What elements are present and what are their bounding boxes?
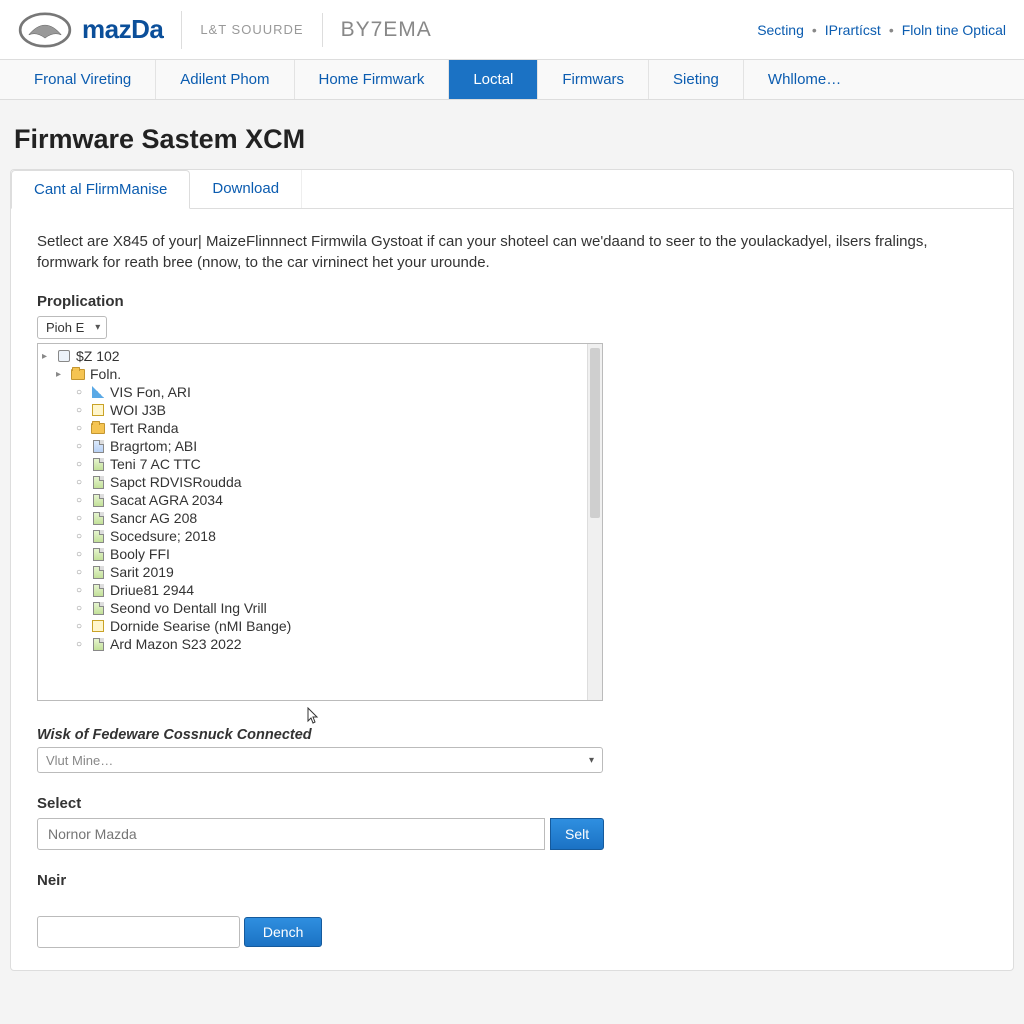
tree-row-label: Driue81 2944 <box>110 582 194 598</box>
tree-row[interactable]: ○ Booly FFI <box>42 545 598 563</box>
bullet-icon: ○ <box>76 477 86 488</box>
tree-row[interactable]: ○ Sapct RDVISRoudda <box>42 473 598 491</box>
tree-row[interactable]: ○ VIS Fon, ARI <box>42 383 598 401</box>
bullet-icon: ○ <box>76 531 86 542</box>
dench-button[interactable]: Dench <box>244 917 322 947</box>
scrollbar-thumb[interactable] <box>590 348 600 518</box>
tree-row-label: Tert Randa <box>110 420 178 436</box>
tree-row-label: WOI J3B <box>110 402 166 418</box>
tab-firmmanise[interactable]: Cant al FlirmManise <box>11 170 190 209</box>
panel-body: Setlect are X845 of your| MaizeFlinnnect… <box>11 209 1013 970</box>
tree-row-label: Booly FFI <box>110 546 170 562</box>
bullet-icon: ○ <box>76 549 86 560</box>
page: Firmware Sastem XCM Cant al FlirmManise … <box>0 100 1024 1011</box>
tree-row[interactable]: ○ Sarit 2019 <box>42 563 598 581</box>
tree-row[interactable]: ▸ $Z 102 <box>42 347 598 365</box>
bullet-icon: ○ <box>76 603 86 614</box>
bullet-icon: ○ <box>76 585 86 596</box>
dot-icon: • <box>889 22 894 38</box>
select-input[interactable] <box>37 818 545 850</box>
tree-row[interactable]: ○ Tert Randa <box>42 419 598 437</box>
tree-row[interactable]: ○ Dornide Searise (nMI Bange) <box>42 617 598 635</box>
header-link-optical[interactable]: Floln tine Optical <box>902 22 1006 38</box>
tree-row[interactable]: ○ Ard Mazon S23 2022 <box>42 635 598 653</box>
header-code: BY7EMA <box>341 18 432 42</box>
header: mazDa L&T SOUURDE BY7EMA Secting • IPrar… <box>0 0 1024 60</box>
tree-row[interactable]: ○ WOI J3B <box>42 401 598 419</box>
bullet-icon: ○ <box>76 405 86 416</box>
logo-area: mazDa <box>18 10 163 50</box>
select-label: Select <box>37 795 987 812</box>
nav-item-home[interactable]: Home Firmwark <box>295 60 450 99</box>
tree-row-label: Ard Mazon S23 2022 <box>110 636 242 652</box>
nav-item-firmwars[interactable]: Firmwars <box>538 60 649 99</box>
bullet-icon: ○ <box>76 387 86 398</box>
tree-row-label: Bragrtom; ABI <box>110 438 197 454</box>
tree-row-label: Dornide Searise (nMI Bange) <box>110 618 291 634</box>
divider <box>322 13 323 47</box>
main-nav: Fronal Vireting Adilent Phom Home Firmwa… <box>0 60 1024 100</box>
tree-row[interactable]: ○ Sancr AG 208 <box>42 509 598 527</box>
sub-brand-text: L&T SOUURDE <box>200 22 303 37</box>
tree-row[interactable]: ○ Seond vo Dentall Ing Vrill <box>42 599 598 617</box>
cursor-icon <box>306 707 320 725</box>
tree-row-label: Foln. <box>90 366 121 382</box>
tree-row[interactable]: ○ Socedsure; 2018 <box>42 527 598 545</box>
header-link-setting[interactable]: Secting <box>757 22 804 38</box>
tree-row-label: Sapct RDVISRoudda <box>110 474 242 490</box>
tree-row-label: VIS Fon, ARI <box>110 384 191 400</box>
intro-text: Setlect are X845 of your| MaizeFlinnnect… <box>37 231 987 273</box>
proplication-select-value: Pioh E <box>46 320 84 335</box>
neir-input[interactable] <box>37 916 240 948</box>
expand-icon[interactable]: ▸ <box>42 351 52 362</box>
selt-button[interactable]: Selt <box>550 818 604 850</box>
main-panel: Cant al FlirmManise Download Setlect are… <box>10 169 1014 971</box>
tree-row[interactable]: ○ Sacat AGRA 2034 <box>42 491 598 509</box>
bullet-icon: ○ <box>76 621 86 632</box>
bullet-icon: ○ <box>76 441 86 452</box>
expand-icon[interactable]: ▸ <box>56 369 66 380</box>
tree-row-label: Teni 7 AC TTC <box>110 456 201 472</box>
tree-row[interactable]: ○ Bragrtom; ABI <box>42 437 598 455</box>
panel-tabs: Cant al FlirmManise Download <box>11 170 1013 209</box>
mazda-logo-icon <box>18 10 72 50</box>
nav-item-adilent[interactable]: Adilent Phom <box>156 60 294 99</box>
dot-icon: • <box>812 22 817 38</box>
page-title: Firmware Sastem XCM <box>10 118 1014 169</box>
tree-row-label: Sacat AGRA 2034 <box>110 492 223 508</box>
tree-row-label: Socedsure; 2018 <box>110 528 216 544</box>
nav-item-whilome[interactable]: Whllome… <box>744 60 865 99</box>
nav-item-fronal[interactable]: Fronal Vireting <box>10 60 156 99</box>
tree-row[interactable]: ○ Teni 7 AC TTC <box>42 455 598 473</box>
wisk-select-value: Vlut Mine… <box>46 753 113 768</box>
header-links: Secting • IPrartícst • Floln tine Optica… <box>757 22 1006 38</box>
bullet-icon: ○ <box>76 423 86 434</box>
bullet-icon: ○ <box>76 495 86 506</box>
select-row: Selt <box>37 818 987 850</box>
proplication-label: Proplication <box>37 293 987 310</box>
tree-box[interactable]: ▸ $Z 102 ▸ Foln. ○ VIS Fon, ARI ○ WOI J3B ○ Tert … <box>37 343 603 701</box>
tree-row-label: Seond vo Dentall Ing Vrill <box>110 600 267 616</box>
nav-item-sieting[interactable]: Sieting <box>649 60 744 99</box>
bullet-icon: ○ <box>76 567 86 578</box>
bullet-icon: ○ <box>76 513 86 524</box>
tree-row-label: Sarit 2019 <box>110 564 174 580</box>
neir-label: Neir <box>37 872 987 889</box>
nav-item-loctal[interactable]: Loctal <box>449 60 538 99</box>
bullet-icon: ○ <box>76 459 86 470</box>
scrollbar[interactable] <box>587 344 602 700</box>
tree-row-label: Sancr AG 208 <box>110 510 197 526</box>
divider <box>181 11 182 49</box>
proplication-select[interactable]: Pioh E <box>37 316 107 339</box>
bullet-icon: ○ <box>76 639 86 650</box>
header-link-practice[interactable]: IPrartícst <box>825 22 881 38</box>
tree-row-label: $Z 102 <box>76 348 120 364</box>
wisk-label: Wisk of Fedeware Cossnuck Connected <box>37 727 987 743</box>
wordmark: mazDa <box>82 14 163 45</box>
tab-download[interactable]: Download <box>190 170 302 208</box>
tree-row[interactable]: ▸ Foln. <box>42 365 598 383</box>
wisk-select[interactable]: Vlut Mine… <box>37 747 603 773</box>
tree-row[interactable]: ○ Driue81 2944 <box>42 581 598 599</box>
sub-brand: L&T SOUURDE BY7EMA <box>200 13 431 47</box>
